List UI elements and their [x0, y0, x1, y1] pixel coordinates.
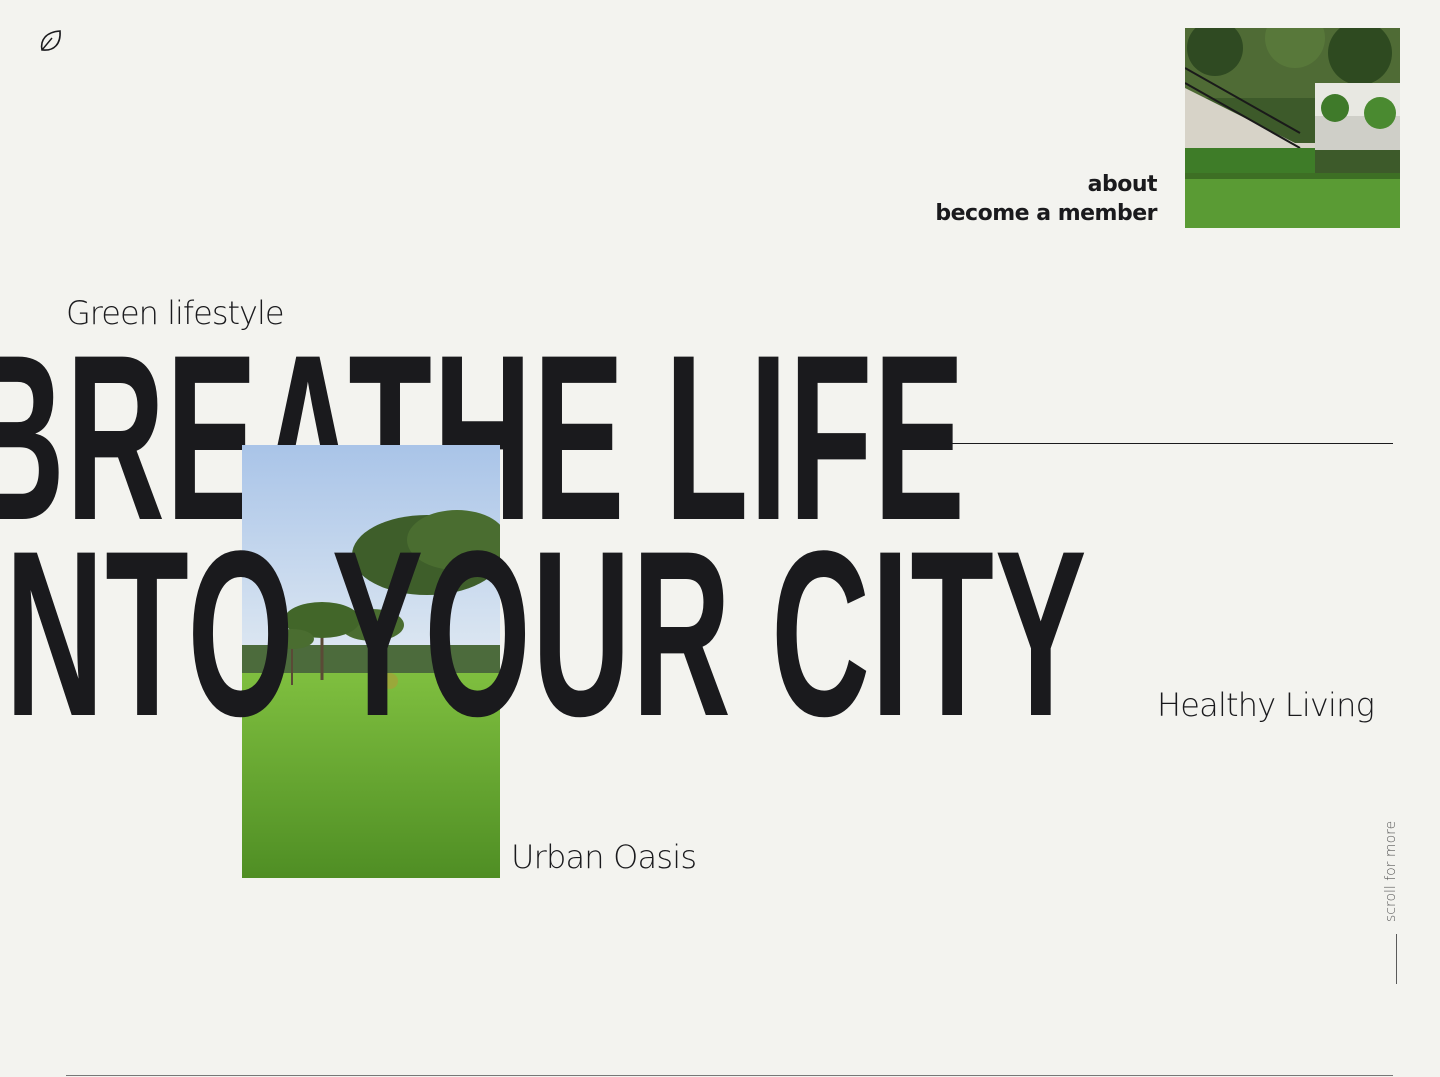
scroll-indicator-line	[1396, 934, 1397, 984]
hero-headline-line-2: INTO YOUR CITY	[0, 502, 1088, 766]
nav-link-become-a-member[interactable]: become a member	[935, 199, 1157, 228]
scroll-indicator-label[interactable]: scroll for more	[1383, 821, 1399, 922]
garden-stairs-image	[1185, 28, 1400, 228]
footer-divider	[66, 1075, 1393, 1076]
hero-divider	[910, 443, 1393, 444]
main-nav: about become a member	[935, 170, 1157, 228]
nav-link-about[interactable]: about	[935, 170, 1158, 199]
leaf-icon[interactable]	[38, 28, 64, 54]
tag-healthy-living: Healthy Living	[1157, 686, 1375, 724]
tag-urban-oasis: Urban Oasis	[511, 838, 697, 876]
